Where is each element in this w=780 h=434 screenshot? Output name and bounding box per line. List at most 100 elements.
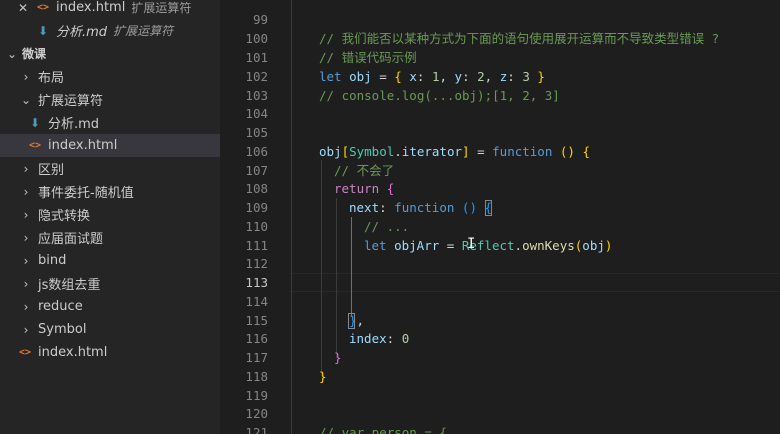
code-line-121: // var person = { — [319, 425, 447, 434]
code-line-109: next: function () { — [349, 200, 493, 215]
open-editor-analysis-md[interactable]: ⬇ 分析.md 扩展运算符 — [0, 19, 220, 42]
token: index — [349, 331, 387, 346]
code-editor[interactable]: 99 100 101 102 103 104 105 106 107 108 1… — [238, 0, 780, 434]
file-root-index-html[interactable]: <> index.html — [0, 341, 220, 364]
file-analysis-md[interactable]: ⬇ 分析.md — [0, 111, 220, 134]
token: ownKeys — [522, 238, 575, 253]
line-number: 110 — [245, 219, 268, 234]
line-number: 102 — [245, 69, 268, 84]
folder-layout[interactable]: › 布局 — [0, 65, 220, 88]
indent-guide — [336, 198, 337, 358]
folder-event-delegation[interactable]: › 事件委托-随机值 — [0, 180, 220, 203]
folder-label: bind — [38, 253, 67, 268]
token: () — [559, 144, 575, 159]
code-line-107: // 不会了 — [334, 163, 395, 178]
line-number: 101 — [245, 50, 268, 65]
token: { — [386, 181, 395, 196]
text-cursor-icon: I — [467, 236, 476, 252]
chevron-down-icon: ⌄ — [20, 92, 32, 107]
token: function — [492, 144, 553, 159]
code-line-101: // 错误代码示例 — [319, 50, 417, 65]
folder-implicit-conversion[interactable]: › 隐式转换 — [0, 203, 220, 226]
token: let — [364, 238, 387, 253]
line-number: 100 — [245, 31, 268, 46]
html-file-icon: <> — [28, 140, 42, 151]
folder-spread-operator[interactable]: ⌄ 扩展运算符 — [0, 88, 220, 111]
open-editor-folder: 扩展运算符 — [113, 24, 174, 38]
line-number: 118 — [245, 369, 268, 384]
html-file-icon: <> — [36, 2, 50, 13]
folder-reduce[interactable]: › reduce — [0, 295, 220, 318]
folder-label: 区别 — [38, 163, 65, 178]
bracket-match-open — [485, 200, 492, 216]
chevron-right-icon: › — [23, 207, 29, 222]
open-editor-name: 分析.md — [56, 25, 108, 40]
code-line-111: let objArr = Reflect.ownKeys(obj) — [364, 238, 613, 253]
open-editor-index-html[interactable]: ✕ <> index.html 扩展运算符 — [0, 0, 220, 19]
token: [ — [341, 144, 350, 159]
folder-symbol[interactable]: › Symbol — [0, 318, 220, 341]
token: return — [334, 181, 380, 196]
token: obj — [582, 238, 605, 253]
token: 3 — [522, 69, 530, 84]
chevron-right-icon: › — [23, 299, 29, 314]
file-label: index.html — [48, 138, 118, 153]
chevron-right-icon: › — [23, 69, 29, 84]
code-line-110: // ... — [364, 219, 410, 234]
html-file-icon: <> — [18, 347, 32, 358]
code-line-117: } — [334, 350, 342, 365]
token: next — [349, 200, 380, 215]
token: function — [394, 200, 455, 215]
file-label: 分析.md — [48, 117, 100, 132]
indent-guide — [291, 0, 292, 434]
file-label: index.html — [38, 345, 108, 360]
line-number: 115 — [245, 313, 268, 328]
code-line-100: // 我们能否以某种方式为下面的语句使用展开运算而不导致类型错误 ? — [319, 31, 720, 46]
line-number-active: 113 — [245, 275, 268, 290]
code-line-106: obj[Symbol.iterator] = function () { — [319, 144, 591, 159]
code-line-103: // console.log(...obj);[1, 2, 3] — [319, 88, 560, 103]
markdown-file-icon: ⬇ — [29, 115, 41, 130]
workspace-section-header[interactable]: ⌄ 微课 — [0, 42, 220, 65]
folder-interview-questions[interactable]: › 应届面试题 — [0, 226, 220, 249]
chevron-right-icon: › — [23, 230, 29, 245]
token: x — [409, 69, 417, 84]
folder-label: 应届面试题 — [38, 232, 104, 247]
token: = — [477, 144, 485, 159]
editor-gutter — [220, 0, 238, 434]
open-editor-folder: 扩展运算符 — [131, 1, 192, 15]
folder-label: 布局 — [38, 71, 65, 86]
token: } — [537, 69, 545, 84]
folder-label: reduce — [38, 299, 83, 314]
token: { — [582, 144, 591, 159]
line-number: 106 — [245, 144, 268, 159]
line-number: 105 — [245, 125, 268, 140]
file-index-html-selected[interactable]: <> index.html — [0, 134, 220, 157]
close-icon[interactable]: ✕ — [0, 1, 28, 15]
token: objArr — [394, 238, 440, 253]
folder-bind[interactable]: › bind — [0, 249, 220, 272]
folder-label: js数组去重 — [38, 278, 101, 293]
line-number: 114 — [245, 294, 268, 309]
bracket-match-close — [348, 313, 355, 329]
chevron-right-icon: › — [23, 276, 29, 291]
line-number: 120 — [245, 406, 268, 421]
token: 1 — [431, 69, 440, 84]
chevron-right-icon: › — [23, 253, 29, 268]
line-number: 108 — [245, 181, 268, 196]
explorer-sidebar: ✕ <> index.html 扩展运算符 ⬇ 分析.md 扩展运算符 ⌄ 微课… — [0, 0, 220, 434]
token: = — [446, 238, 455, 253]
chevron-right-icon: › — [23, 322, 29, 337]
token: { — [394, 69, 402, 84]
code-line-102: let obj = { x: 1, y: 2, z: 3 } — [319, 69, 545, 84]
token: ) — [604, 238, 613, 253]
folder-label: 扩展运算符 — [38, 94, 104, 109]
token: let — [319, 69, 342, 84]
folder-difference[interactable]: › 区别 — [0, 157, 220, 180]
token: 0 — [401, 331, 410, 346]
token: y — [454, 69, 463, 84]
token: , — [356, 313, 365, 328]
folder-array-dedupe[interactable]: › js数组去重 — [0, 272, 220, 295]
code-line-116: index: 0 — [349, 331, 410, 346]
line-number: 121 — [245, 425, 268, 434]
